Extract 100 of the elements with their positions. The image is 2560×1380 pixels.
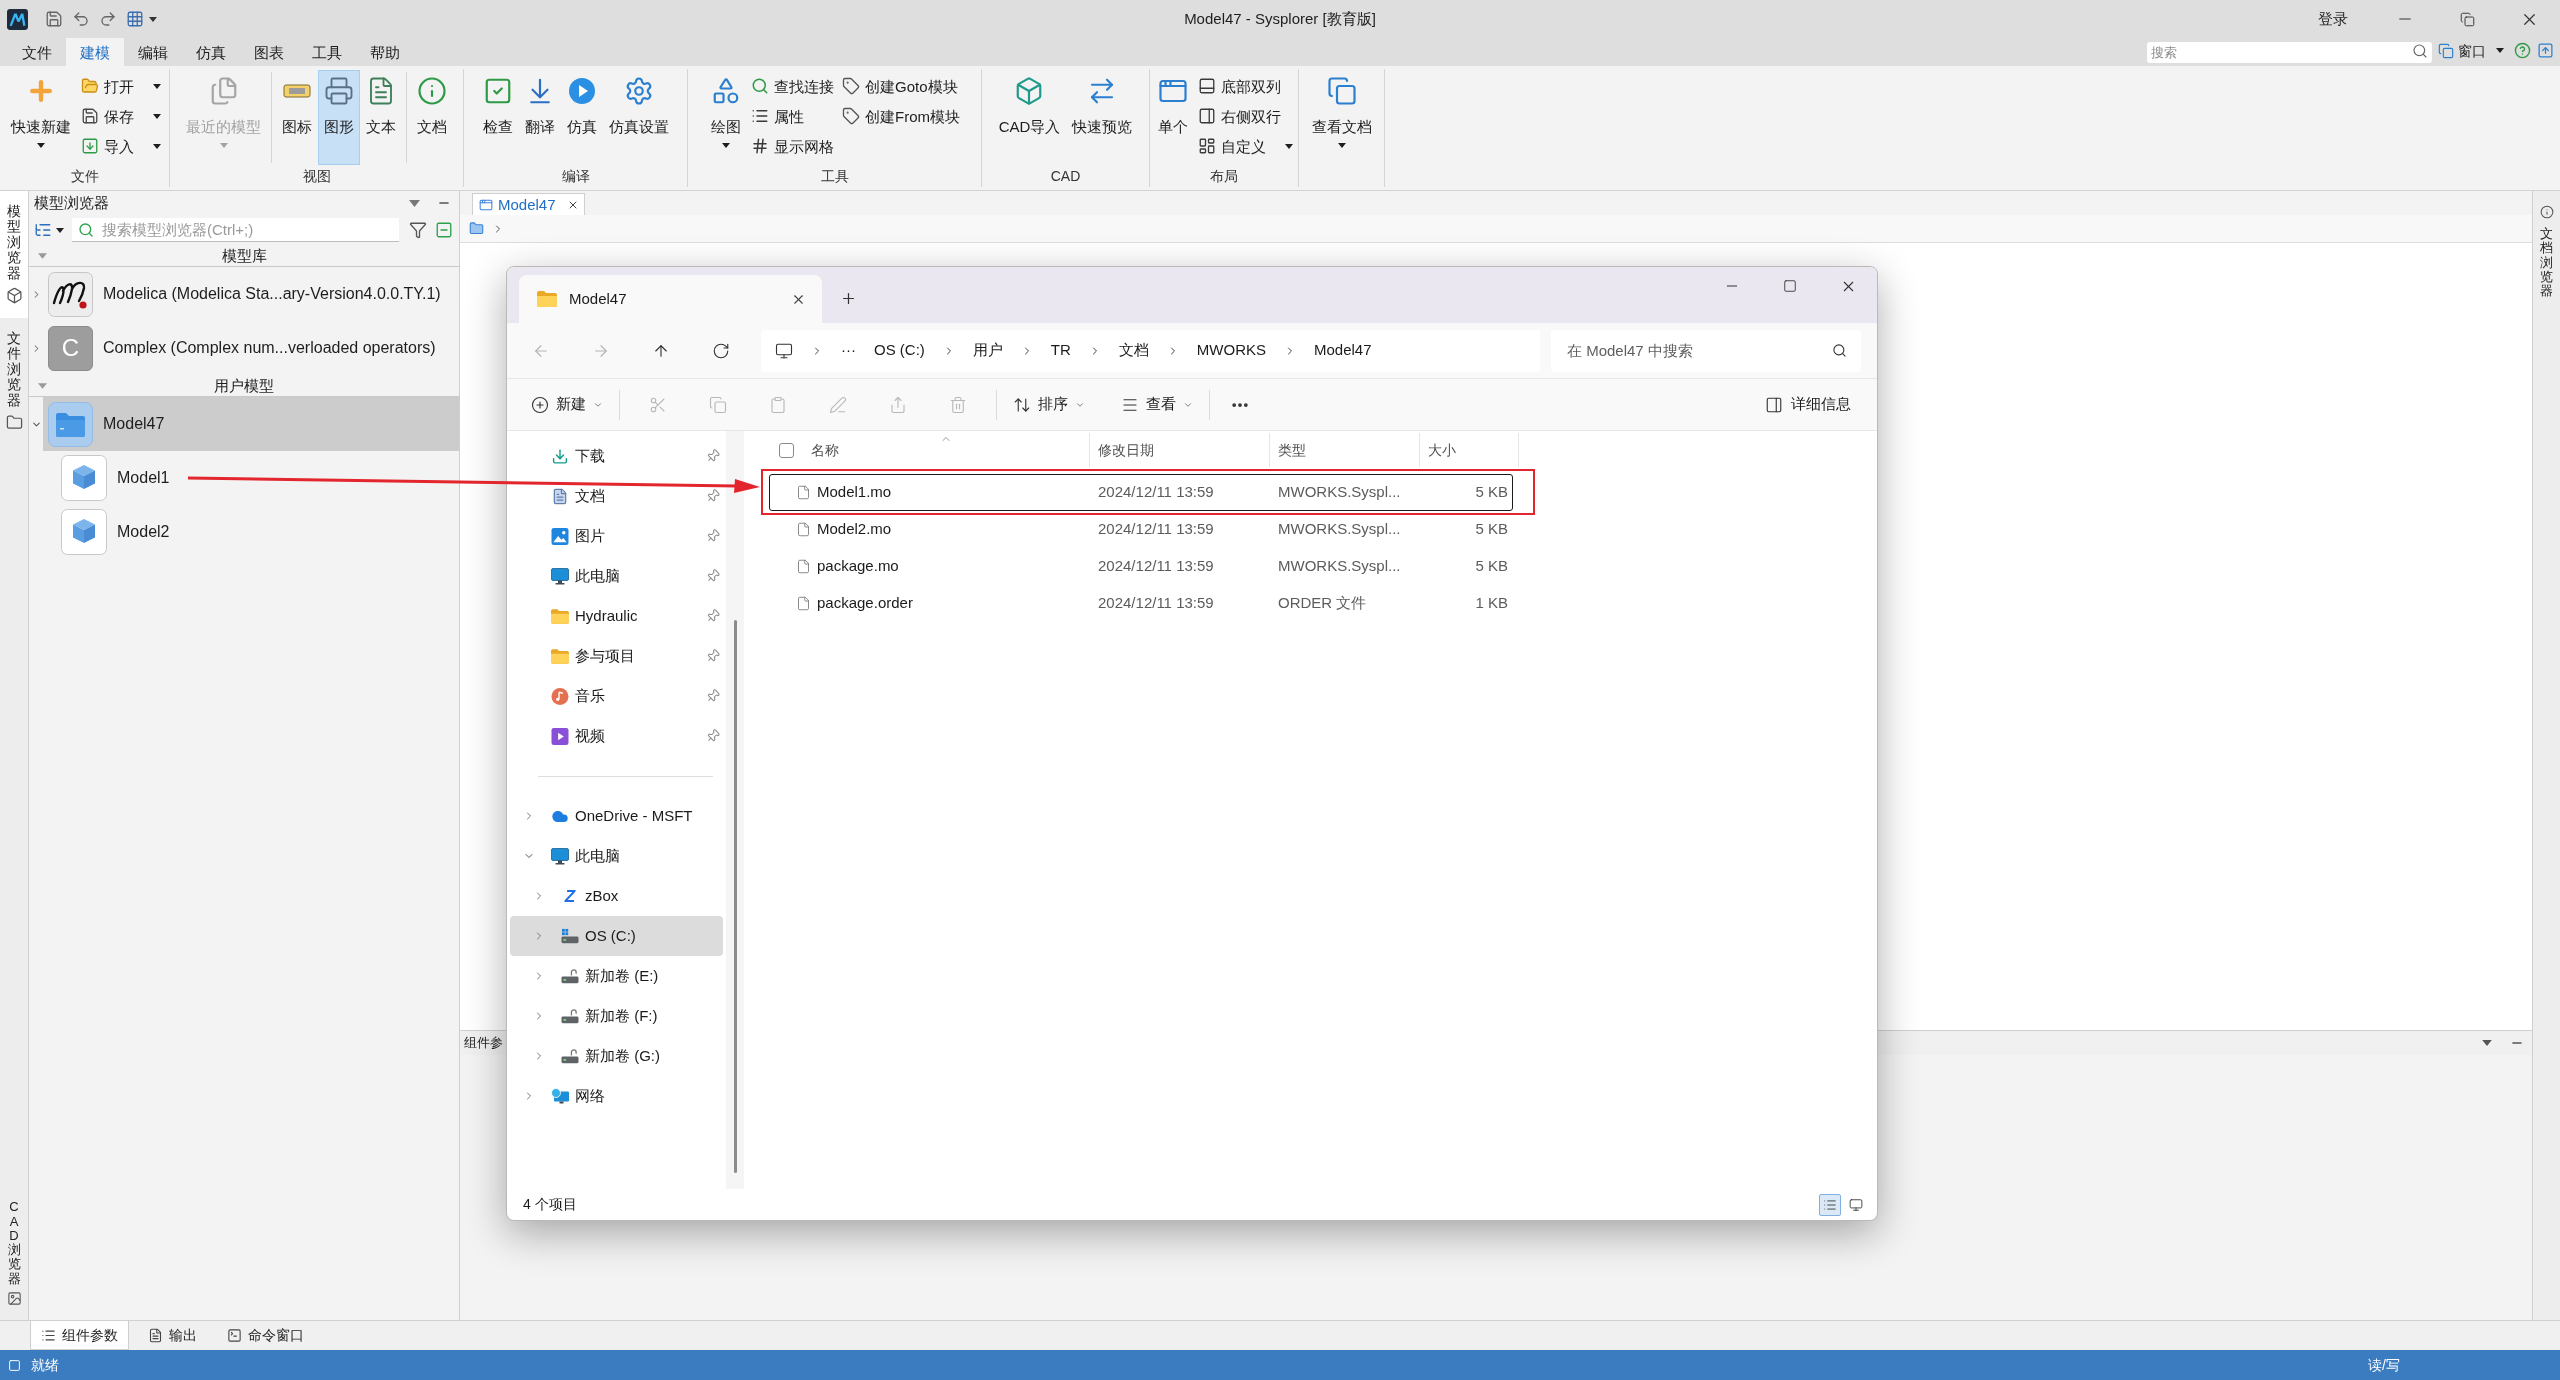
- menu-tab[interactable]: 文件: [8, 38, 66, 66]
- menu-tab[interactable]: 编辑: [124, 38, 182, 66]
- breadcrumb-item[interactable]: TR: [1050, 339, 1071, 362]
- nav-item[interactable]: 下载: [510, 436, 723, 476]
- panel-tab[interactable]: 命令窗口: [216, 1321, 315, 1350]
- side-tab[interactable]: CAD 浏览器: [0, 1192, 28, 1320]
- breadcrumb-item[interactable]: 文档: [1118, 339, 1149, 362]
- ribbon-button[interactable]: 图形: [318, 70, 360, 165]
- list-icon[interactable]: [1819, 1193, 1841, 1216]
- side-tab[interactable]: 模型浏览器: [0, 191, 28, 318]
- panel-tab[interactable]: 输出: [137, 1321, 208, 1350]
- menu-tab[interactable]: 图表: [240, 38, 298, 66]
- nav-item[interactable]: 此电脑: [510, 556, 723, 596]
- nav-item[interactable]: 网络: [510, 1076, 723, 1116]
- minus-square-icon[interactable]: [435, 221, 453, 239]
- redo-icon[interactable]: [99, 10, 117, 28]
- panel-tab[interactable]: 组件参数: [30, 1321, 129, 1350]
- details-button[interactable]: 详细信息: [1759, 386, 1857, 423]
- refresh-icon[interactable]: [712, 341, 730, 360]
- file-name[interactable]: package.order: [817, 592, 913, 615]
- save-icon[interactable]: [45, 10, 63, 28]
- tree-item[interactable]: Model1: [56, 451, 459, 505]
- ribbon-button[interactable]: 图标: [276, 70, 318, 165]
- scrollbar-track[interactable]: [726, 431, 744, 1189]
- menu-tab[interactable]: 建模: [66, 38, 124, 66]
- search-field[interactable]: 在 Model47 中搜索: [1551, 329, 1861, 372]
- search-field[interactable]: 搜索模型浏览器(Ctrl+;): [72, 218, 399, 242]
- breadcrumb-item[interactable]: MWORKS: [1196, 339, 1266, 362]
- file-row[interactable]: Model1.mo 2024/12/11 13:59 MWORKS.Syspl... 5 KB: [769, 474, 1513, 511]
- ribbon-button[interactable]: 导入: [76, 131, 165, 161]
- ribbon-button[interactable]: 显示网格: [747, 131, 838, 161]
- caret-icon[interactable]: [2482, 1040, 2492, 1046]
- menu-tab[interactable]: 工具: [298, 38, 356, 66]
- ribbon-button[interactable]: 仿真: [560, 70, 603, 165]
- tree-item[interactable]: Model2: [56, 505, 459, 559]
- ribbon-button[interactable]: CAD导入: [992, 70, 1067, 165]
- column-header[interactable]: 修改日期: [1089, 433, 1269, 467]
- select-all-checkbox[interactable]: [778, 442, 794, 458]
- nav-item[interactable]: 此电脑: [510, 836, 723, 876]
- ribbon-button[interactable]: 文本: [360, 70, 402, 165]
- ribbon-button[interactable]: 检查: [476, 70, 519, 165]
- ribbon-button[interactable]: 快速新建: [4, 70, 77, 165]
- tree-item[interactable]: Model47: [43, 397, 459, 451]
- file-name[interactable]: package.mo: [817, 555, 899, 578]
- ribbon-button[interactable]: 创建From模块: [838, 101, 964, 131]
- tree-item[interactable]: C Complex (Complex num...verloaded operators): [43, 321, 459, 375]
- ribbon-button[interactable]: 单个: [1151, 70, 1194, 165]
- caret-icon[interactable]: [56, 227, 64, 233]
- ribbon-button[interactable]: 创建Goto模块: [838, 71, 964, 101]
- nav-item[interactable]: 新加卷 (G:): [510, 1036, 723, 1076]
- undo-icon[interactable]: [72, 10, 90, 28]
- ribbon-button[interactable]: 打开: [76, 71, 165, 101]
- ribbon-button[interactable]: 快速预览: [1066, 70, 1139, 165]
- column-header[interactable]: 名称: [803, 433, 1089, 467]
- restore-icon[interactable]: [2459, 11, 2475, 27]
- nav-item[interactable]: 图片: [510, 516, 723, 556]
- nav-item[interactable]: Z zBox: [510, 876, 723, 916]
- login-link[interactable]: 登录: [2318, 7, 2348, 31]
- toolbar-button[interactable]: 排序: [1005, 386, 1093, 423]
- ribbon-button[interactable]: 保存: [76, 101, 165, 131]
- ribbon-button[interactable]: 翻译: [518, 70, 561, 165]
- help-icon[interactable]: [2514, 42, 2531, 59]
- scrollbar-thumb[interactable]: [733, 620, 737, 1173]
- grid-icon[interactable]: [126, 10, 144, 28]
- ribbon-button[interactable]: 仿真设置: [602, 70, 675, 165]
- window-menu-button[interactable]: 窗口: [2438, 42, 2504, 59]
- menu-tab[interactable]: 仿真: [182, 38, 240, 66]
- nav-item[interactable]: 音乐: [510, 676, 723, 716]
- breadcrumb-item[interactable]: Model47: [1314, 339, 1372, 362]
- file-name[interactable]: Model2.mo: [817, 518, 892, 541]
- ribbon-button[interactable]: 底部双列: [1193, 71, 1297, 101]
- ribbon-button[interactable]: 绘图: [705, 70, 747, 165]
- ribbon-button[interactable]: 查看文档: [1305, 70, 1378, 165]
- arrow-up-square-icon[interactable]: [2537, 42, 2554, 59]
- breadcrumb-item[interactable]: 用户: [972, 339, 1003, 362]
- toolbar-button[interactable]: 新建: [523, 386, 611, 423]
- nav-item[interactable]: Hydraulic: [510, 596, 723, 636]
- address-bar[interactable]: ··· OS (C:) 用户 TR 文档 MWORKS Model47: [761, 329, 1540, 372]
- breadcrumb-overflow[interactable]: ···: [841, 339, 856, 362]
- side-tab[interactable]: 文档浏览器: [2540, 225, 2553, 301]
- nav-item[interactable]: 新加卷 (F:): [510, 996, 723, 1036]
- search-field[interactable]: 搜索: [2147, 42, 2432, 63]
- filter-icon[interactable]: [409, 221, 427, 239]
- ribbon-button[interactable]: 自定义: [1193, 131, 1297, 161]
- caret-icon[interactable]: [149, 16, 157, 22]
- nav-item[interactable]: OneDrive - MSFT: [510, 796, 723, 836]
- column-header[interactable]: 类型: [1269, 433, 1419, 467]
- section-header[interactable]: 模型库: [29, 245, 459, 267]
- maximize-icon[interactable]: [1783, 279, 1797, 293]
- document-tab[interactable]: Model47: [472, 193, 585, 215]
- toolbar-button[interactable]: 查看: [1113, 386, 1201, 423]
- ribbon-button[interactable]: 右侧双行: [1193, 101, 1297, 131]
- nav-item[interactable]: 参与项目: [510, 636, 723, 676]
- ribbon-button[interactable]: 属性: [747, 101, 838, 131]
- nav-item[interactable]: 视频: [510, 716, 723, 756]
- nav-item[interactable]: OS (C:): [510, 916, 723, 956]
- explorer-tab[interactable]: Model47: [519, 275, 822, 323]
- tree-item[interactable]: Modelica (Modelica Sta...ary-Version4.0.0.TY.1): [43, 267, 459, 321]
- side-tab[interactable]: 文件浏览器: [0, 317, 28, 445]
- column-header[interactable]: 大小: [1419, 433, 1519, 467]
